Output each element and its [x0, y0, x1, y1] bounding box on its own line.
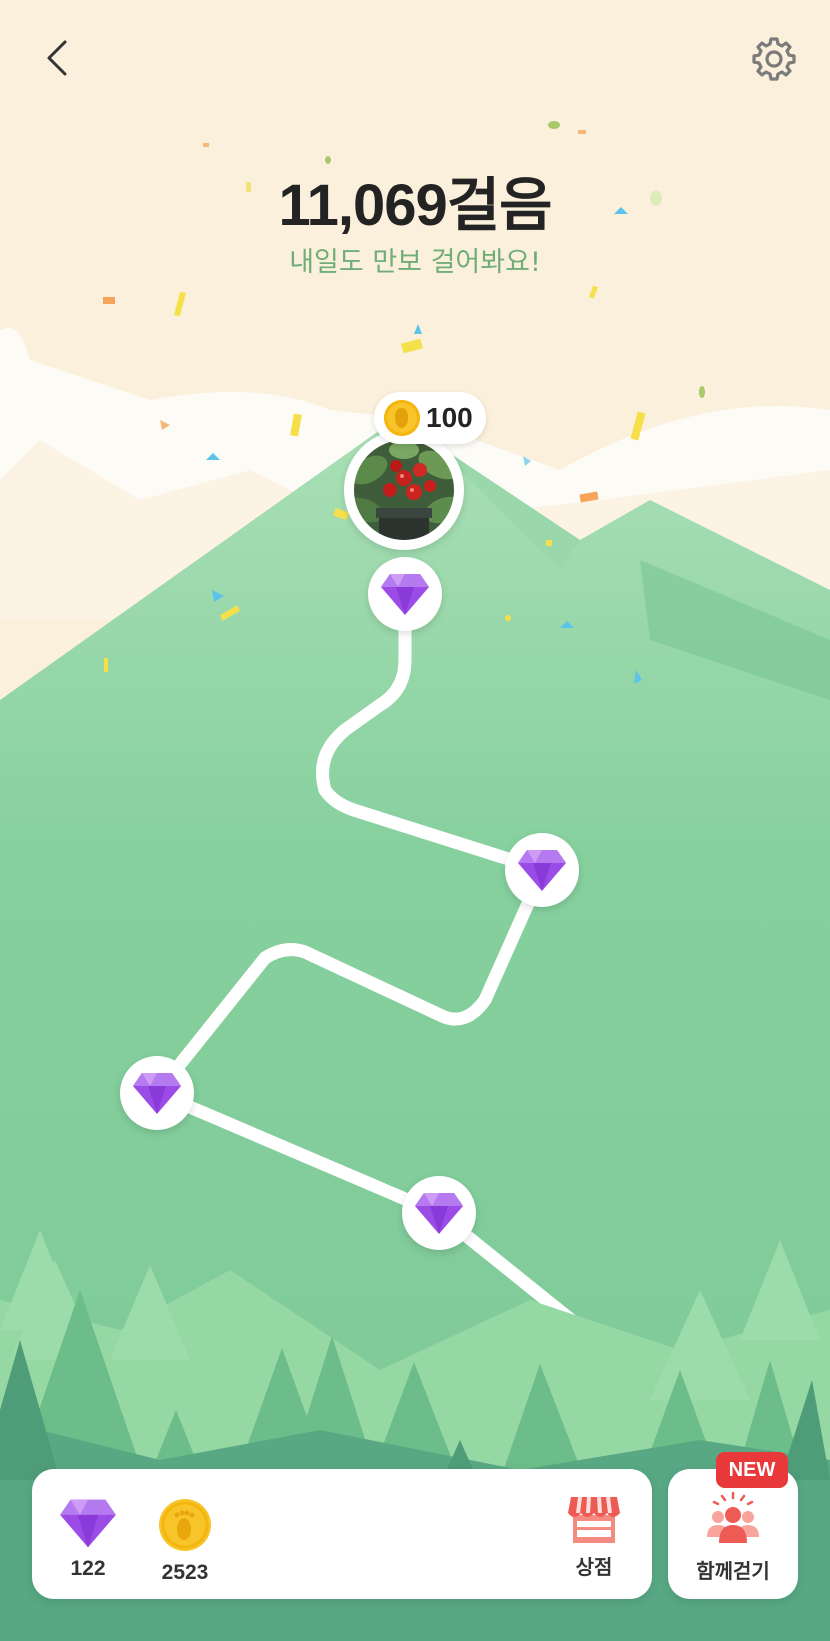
walking-map-screen: 11,069걸음 내일도 만보 걸어봐요! 100 122 2523 상점 함께…: [0, 0, 830, 1641]
goal-reward-amount: 100: [426, 402, 473, 433]
coin-foot-icon: [159, 1499, 211, 1551]
back-button[interactable]: [30, 30, 86, 86]
tomato-plant-icon: [348, 434, 460, 546]
shop-label: 상점: [575, 1555, 613, 1579]
purple-gem-icon: [60, 1499, 116, 1548]
step-count: 11,069걸음: [278, 173, 553, 238]
encouragement-text: 내일도 만보 걸어봐요!: [289, 247, 541, 278]
gear-icon: [752, 37, 796, 81]
purple-gem-icon: [518, 850, 566, 891]
settings-button[interactable]: [746, 30, 802, 86]
gem-checkpoint[interactable]: [505, 833, 579, 907]
chevron-left-icon: [47, 40, 67, 76]
gem-count: 122: [70, 1557, 106, 1580]
wallet-bar: 122 2523 상점: [32, 1469, 652, 1599]
walk-together-label: 함께걷기: [696, 1559, 770, 1583]
walk-together-button[interactable]: 함께걷기: [668, 1469, 798, 1599]
store-icon: [568, 1496, 620, 1543]
gem-checkpoint[interactable]: [402, 1176, 476, 1250]
group-people-icon: [707, 1491, 759, 1543]
purple-gem-icon: [133, 1073, 181, 1114]
new-badge: NEW: [716, 1452, 788, 1488]
purple-gem-icon: [415, 1193, 463, 1234]
goal-reward-bubble[interactable]: 100: [374, 392, 486, 444]
coin-foot-icon: [384, 400, 420, 436]
goal-plant-avatar[interactable]: [344, 430, 464, 550]
purple-gem-icon: [381, 574, 429, 615]
gem-checkpoint[interactable]: [368, 557, 442, 631]
coin-count: 2523: [161, 1561, 209, 1584]
gem-checkpoint[interactable]: [120, 1056, 194, 1130]
gem-balance[interactable]: 122: [48, 1497, 128, 1581]
coin-balance[interactable]: 2523: [145, 1497, 225, 1585]
shop-button[interactable]: 상점: [554, 1493, 634, 1580]
